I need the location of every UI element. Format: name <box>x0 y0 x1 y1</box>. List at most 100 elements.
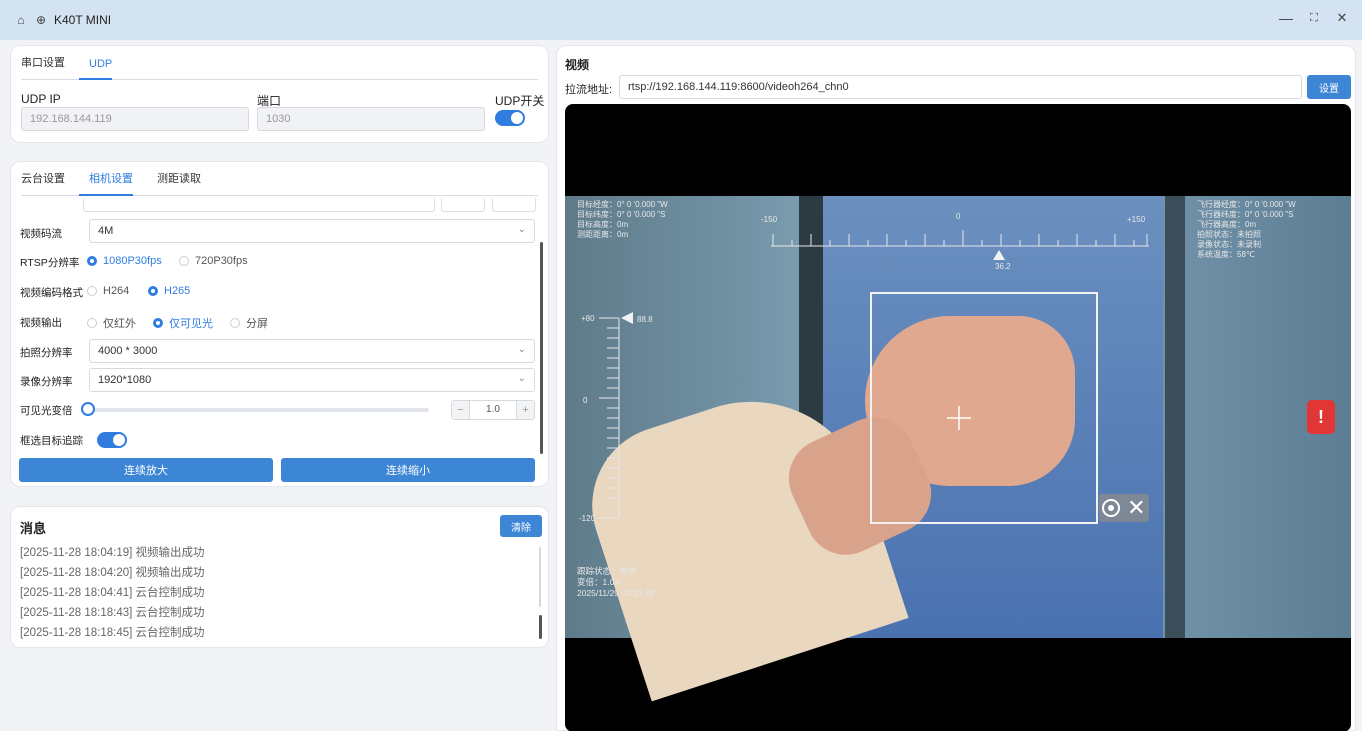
radio-720p[interactable]: 720P30fps <box>179 255 248 267</box>
yaw-indicator-icon <box>993 250 1005 260</box>
pitch-min-label: -120 <box>579 514 596 523</box>
tracking-label: 框选目标追踪 <box>20 435 83 447</box>
radio-h264[interactable]: H264 <box>87 285 129 297</box>
message-scrollbar[interactable] <box>539 615 542 639</box>
photo-resolution-select[interactable]: 4000 * 3000 ⌄ <box>89 339 535 363</box>
photo-resolution-value: 4000 * 3000 <box>98 345 158 357</box>
message-title: 消息 <box>20 521 47 536</box>
udp-ip-label: UDP IP <box>21 92 61 106</box>
hud-target-info: 目标经度：0° 0 '0.000 "W 目标纬度：0° 0 '0.000 "S … <box>577 200 668 239</box>
radio-label: 仅红外 <box>103 318 136 330</box>
tab-gimbal-settings[interactable]: 云台设置 <box>21 170 79 195</box>
bitrate-select[interactable]: 4M ⌄ <box>89 219 535 243</box>
title-bar: ⌂ ⊕ K40T MINI — ⛶ ✕ <box>0 0 1362 40</box>
zoom-slider-track[interactable] <box>87 408 429 412</box>
radio-dot-icon <box>153 318 163 328</box>
bitrate-value: 4M <box>98 225 114 237</box>
globe-icon: ⊕ <box>35 13 47 27</box>
message-line: [2025-11-28 18:04:19] 视频输出成功 <box>20 547 205 559</box>
zoom-slider-handle[interactable] <box>81 402 95 416</box>
tracking-switch[interactable] <box>97 432 127 448</box>
message-line: [2025-11-28 18:04:20] 视频输出成功 <box>20 567 205 579</box>
continuous-zoom-out-button[interactable]: 连续缩小 <box>281 458 535 482</box>
tracking-controls: ✕ <box>1099 494 1149 522</box>
zoom-label: 可见光变倍 <box>20 405 73 417</box>
radio-label: H265 <box>164 285 191 297</box>
pitch-value: 88.8 <box>637 315 653 324</box>
pitch-mid-label: 0 <box>583 396 588 405</box>
maximize-button[interactable]: ⛶ <box>1304 12 1324 25</box>
tab-range-reading[interactable]: 测距读取 <box>147 170 215 195</box>
hud-aircraft-info: 飞行器经度：0° 0 '0.000 "W 飞行器纬度：0° 0 '0.000 "… <box>1197 200 1296 259</box>
continuous-zoom-in-button[interactable]: 连续放大 <box>19 458 273 482</box>
frame-pillar <box>1165 196 1185 638</box>
zoom-stepper: − 1.0 + <box>451 400 535 420</box>
pitch-ruler <box>599 317 620 519</box>
window-title: K40T MINI <box>54 13 112 27</box>
photo-resolution-label: 拍照分辨率 <box>20 347 73 359</box>
tab-serial-settings[interactable]: 串口设置 <box>21 54 79 79</box>
yaw-mid-label: 0 <box>956 212 961 221</box>
minimize-button[interactable]: — <box>1276 10 1296 26</box>
radio-dot-icon <box>87 286 97 296</box>
tab-camera-settings[interactable]: 相机设置 <box>79 170 147 196</box>
udp-switch-label: UDP开关 <box>495 94 545 108</box>
port-input[interactable] <box>257 107 485 131</box>
hud-status-info: 跟踪状态：待命 变倍：1.0X 2025/11/29 02:21:39 <box>577 566 655 598</box>
video-output-label: 视频输出 <box>20 317 62 329</box>
scrolled-field <box>441 198 485 212</box>
stream-url-input[interactable] <box>619 75 1302 99</box>
chevron-down-icon: ⌄ <box>517 344 526 355</box>
yaw-value: 36.2 <box>995 262 1011 271</box>
radio-visible-only[interactable]: 仅可见光 <box>153 315 213 331</box>
camera-panel-scrollbar[interactable] <box>540 242 543 454</box>
close-button[interactable]: ✕ <box>1332 10 1352 26</box>
message-line: [2025-11-28 18:04:41] 云台控制成功 <box>20 587 205 599</box>
record-resolution-select[interactable]: 1920*1080 ⌄ <box>89 368 535 392</box>
chevron-down-icon: ⌄ <box>517 373 526 384</box>
scrolled-field <box>83 198 435 212</box>
rtsp-resolution-label: RTSP分辨率 <box>20 257 80 269</box>
set-url-button[interactable]: 设置 <box>1307 75 1351 99</box>
tracking-box[interactable] <box>870 292 1098 524</box>
zoom-value[interactable]: 1.0 <box>470 401 516 419</box>
radio-split-screen[interactable]: 分屏 <box>230 315 268 331</box>
udp-ip-input[interactable] <box>21 107 249 131</box>
camera-panel: 云台设置 相机设置 测距读取 视频码流 4M ⌄ RTSP分辨率 1080P30f… <box>10 161 549 487</box>
udp-panel: 串口设置 UDP UDP IP 端口 UDP开关 <box>10 45 549 143</box>
home-icon[interactable]: ⌂ <box>14 13 28 27</box>
message-panel: 消息 清除 [2025-11-28 18:04:19] 视频输出成功 [2025… <box>10 506 549 648</box>
radio-label: 仅可见光 <box>169 318 213 330</box>
encoding-label: 视频编码格式 <box>20 287 83 299</box>
pitch-max-label: +80 <box>581 314 595 323</box>
bitrate-label: 视频码流 <box>20 228 62 240</box>
radio-dot-icon <box>148 286 158 296</box>
radio-h265[interactable]: H265 <box>148 285 190 297</box>
clear-button[interactable]: 清除 <box>500 515 542 537</box>
stream-url-label: 拉流地址: <box>565 84 613 96</box>
alert-icon[interactable]: ! <box>1307 400 1335 434</box>
message-line: [2025-11-28 18:18:43] 云台控制成功 <box>20 607 205 619</box>
udp-switch[interactable] <box>495 110 525 126</box>
radio-infrared-only[interactable]: 仅红外 <box>87 315 136 331</box>
radio-dot-icon <box>87 318 97 328</box>
zoom-plus-button[interactable]: + <box>516 401 534 419</box>
crosshair-icon <box>947 406 971 430</box>
udp-tabs: 串口设置 UDP <box>21 46 538 80</box>
radio-dot-icon <box>179 256 189 266</box>
radio-label: 1080P30fps <box>103 255 162 267</box>
target-lock-icon[interactable] <box>1102 499 1121 517</box>
camera-tabs: 云台设置 相机设置 测距读取 <box>21 162 538 196</box>
cancel-tracking-icon[interactable]: ✕ <box>1127 497 1145 519</box>
chevron-down-icon: ⌄ <box>517 224 526 235</box>
video-title: 视频 <box>565 58 590 72</box>
radio-1080p[interactable]: 1080P30fps <box>87 255 162 267</box>
tab-udp[interactable]: UDP <box>79 58 126 80</box>
message-line: [2025-11-28 18:18:45] 云台控制成功 <box>20 627 205 639</box>
radio-label: 720P30fps <box>195 255 248 267</box>
record-resolution-value: 1920*1080 <box>98 374 152 386</box>
video-viewport[interactable]: 目标经度：0° 0 '0.000 "W 目标纬度：0° 0 '0.000 "S … <box>565 104 1351 731</box>
radio-label: 分屏 <box>246 318 268 330</box>
zoom-minus-button[interactable]: − <box>452 401 470 419</box>
message-scroll-track <box>539 547 541 607</box>
